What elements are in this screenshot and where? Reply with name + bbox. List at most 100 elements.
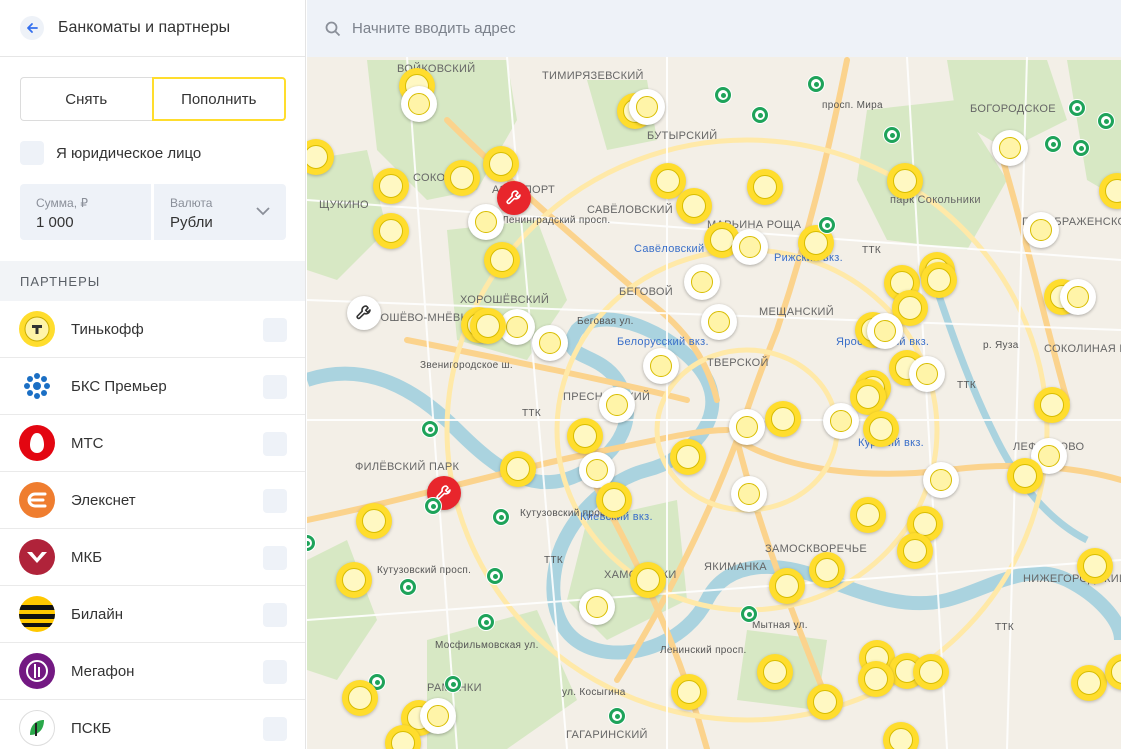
back-button[interactable] [20,16,44,40]
tinkoff-atm-marker[interactable] [921,262,957,298]
partner-point-marker[interactable] [422,421,438,437]
tinkoff-atm-marker[interactable] [470,308,506,344]
tinkoff-atm-marker-inactive[interactable] [1060,279,1096,315]
partner-checkbox[interactable] [263,432,287,456]
tinkoff-atm-marker[interactable] [1034,387,1070,423]
partner-point-marker[interactable] [808,76,824,92]
tinkoff-atm-marker[interactable] [1077,548,1113,584]
tinkoff-atm-marker[interactable] [1071,665,1107,701]
tinkoff-atm-marker-inactive[interactable] [401,86,437,122]
partner-point-marker[interactable] [1045,136,1061,152]
tinkoff-atm-marker[interactable] [630,562,666,598]
tinkoff-atm-marker-inactive[interactable] [867,313,903,349]
partner-point-marker[interactable] [819,217,835,233]
partner-checkbox[interactable] [263,660,287,684]
partner-point-marker[interactable] [1069,100,1085,116]
tinkoff-atm-marker-inactive[interactable] [992,130,1028,166]
amount-field[interactable]: Сумма, ₽ 1 000 [20,184,151,240]
tinkoff-atm-marker[interactable] [483,146,519,182]
partner-item-tinkoff[interactable]: Тинькофф [0,301,305,358]
tinkoff-atm-marker[interactable] [500,451,536,487]
partner-point-marker[interactable] [1073,140,1089,156]
tinkoff-atm-marker[interactable] [850,497,886,533]
partner-point-marker[interactable] [478,614,494,630]
tinkoff-atm-marker[interactable] [913,654,949,690]
tinkoff-atm-marker-inactive[interactable] [923,462,959,498]
partner-point-marker[interactable] [1098,113,1114,129]
tinkoff-atm-marker-inactive[interactable] [643,348,679,384]
tinkoff-atm-marker-inactive[interactable] [420,698,456,734]
tinkoff-atm-marker-inactive[interactable] [629,89,665,125]
tinkoff-atm-marker[interactable] [336,562,372,598]
map-label-tverskoy: ТВЕРСКОЙ [707,357,769,369]
tinkoff-atm-marker-inactive[interactable] [701,304,737,340]
tinkoff-atm-marker[interactable] [596,482,632,518]
atm-service-marker[interactable] [347,296,381,330]
partner-point-marker[interactable] [609,708,625,724]
partner-point-marker[interactable] [741,606,757,622]
tinkoff-atm-marker[interactable] [897,533,933,569]
map-label-r-yauza: р. Яуза [983,340,1019,351]
tinkoff-atm-marker[interactable] [807,684,843,720]
partner-item-beeline[interactable]: Билайн [0,586,305,643]
partner-item-mts[interactable]: МТС [0,415,305,472]
partner-item-pskb[interactable]: ПСКБ [0,700,305,749]
partner-point-marker[interactable] [425,498,441,514]
partner-point-marker[interactable] [445,676,461,692]
tinkoff-atm-marker-inactive[interactable] [1023,212,1059,248]
partner-item-eleksnet[interactable]: Элекснет [0,472,305,529]
deposit-tab[interactable]: Пополнить [151,77,286,121]
tinkoff-atm-marker[interactable] [671,674,707,710]
partner-checkbox[interactable] [263,603,287,627]
tinkoff-atm-marker[interactable] [863,411,899,447]
partner-point-marker[interactable] [715,87,731,103]
tinkoff-atm-marker[interactable] [670,439,706,475]
tinkoff-atm-marker-inactive[interactable] [468,204,504,240]
partner-checkbox[interactable] [263,489,287,513]
partner-item-megafon[interactable]: Мегафон [0,643,305,700]
partner-checkbox[interactable] [263,546,287,570]
partner-item-mkb[interactable]: МКБ [0,529,305,586]
legal-entity-toggle[interactable]: Я юридическое лицо [20,141,201,165]
tinkoff-atm-marker-inactive[interactable] [729,409,765,445]
tinkoff-atm-marker[interactable] [769,568,805,604]
tinkoff-atm-marker[interactable] [484,242,520,278]
partner-point-marker[interactable] [400,579,416,595]
tinkoff-atm-marker[interactable] [444,160,480,196]
partner-checkbox[interactable] [263,375,287,399]
atm-repair-marker[interactable] [497,181,531,215]
partner-point-marker[interactable] [884,127,900,143]
tinkoff-atm-marker[interactable] [850,379,886,415]
tinkoff-atm-marker-inactive[interactable] [732,229,768,265]
partner-item-bks[interactable]: БКС Премьер [0,358,305,415]
tinkoff-atm-marker[interactable] [747,169,783,205]
tinkoff-atm-marker[interactable] [809,552,845,588]
partner-point-marker[interactable] [493,509,509,525]
partner-point-marker[interactable] [752,107,768,123]
partner-point-marker[interactable] [487,568,503,584]
tinkoff-atm-marker-inactive[interactable] [579,589,615,625]
tinkoff-atm-marker[interactable] [887,163,923,199]
tinkoff-atm-marker[interactable] [567,418,603,454]
legal-entity-checkbox[interactable] [20,141,44,165]
tinkoff-atm-marker[interactable] [356,503,392,539]
withdraw-tab[interactable]: Снять [20,77,152,121]
tinkoff-atm-marker[interactable] [858,661,894,697]
partner-checkbox[interactable] [263,717,287,741]
currency-select[interactable]: Валюта Рубли [154,184,286,240]
tinkoff-atm-marker[interactable] [1007,458,1043,494]
tinkoff-atm-marker-inactive[interactable] [909,356,945,392]
tinkoff-atm-marker-inactive[interactable] [731,476,767,512]
tinkoff-atm-marker[interactable] [757,654,793,690]
tinkoff-atm-marker-inactive[interactable] [684,264,720,300]
tinkoff-atm-marker[interactable] [676,188,712,224]
tinkoff-atm-marker-inactive[interactable] [599,387,635,423]
partner-checkbox[interactable] [263,318,287,342]
tinkoff-atm-marker[interactable] [373,168,409,204]
address-search[interactable]: Начните вводить адрес [307,0,1121,57]
tinkoff-atm-marker[interactable] [765,401,801,437]
tinkoff-atm-marker-inactive[interactable] [532,325,568,361]
map[interactable]: Начните вводить адрес ВОЙКОВСКИЙ ТИМИРЯЗ… [307,0,1121,749]
tinkoff-atm-marker[interactable] [373,213,409,249]
tinkoff-atm-marker[interactable] [342,680,378,716]
